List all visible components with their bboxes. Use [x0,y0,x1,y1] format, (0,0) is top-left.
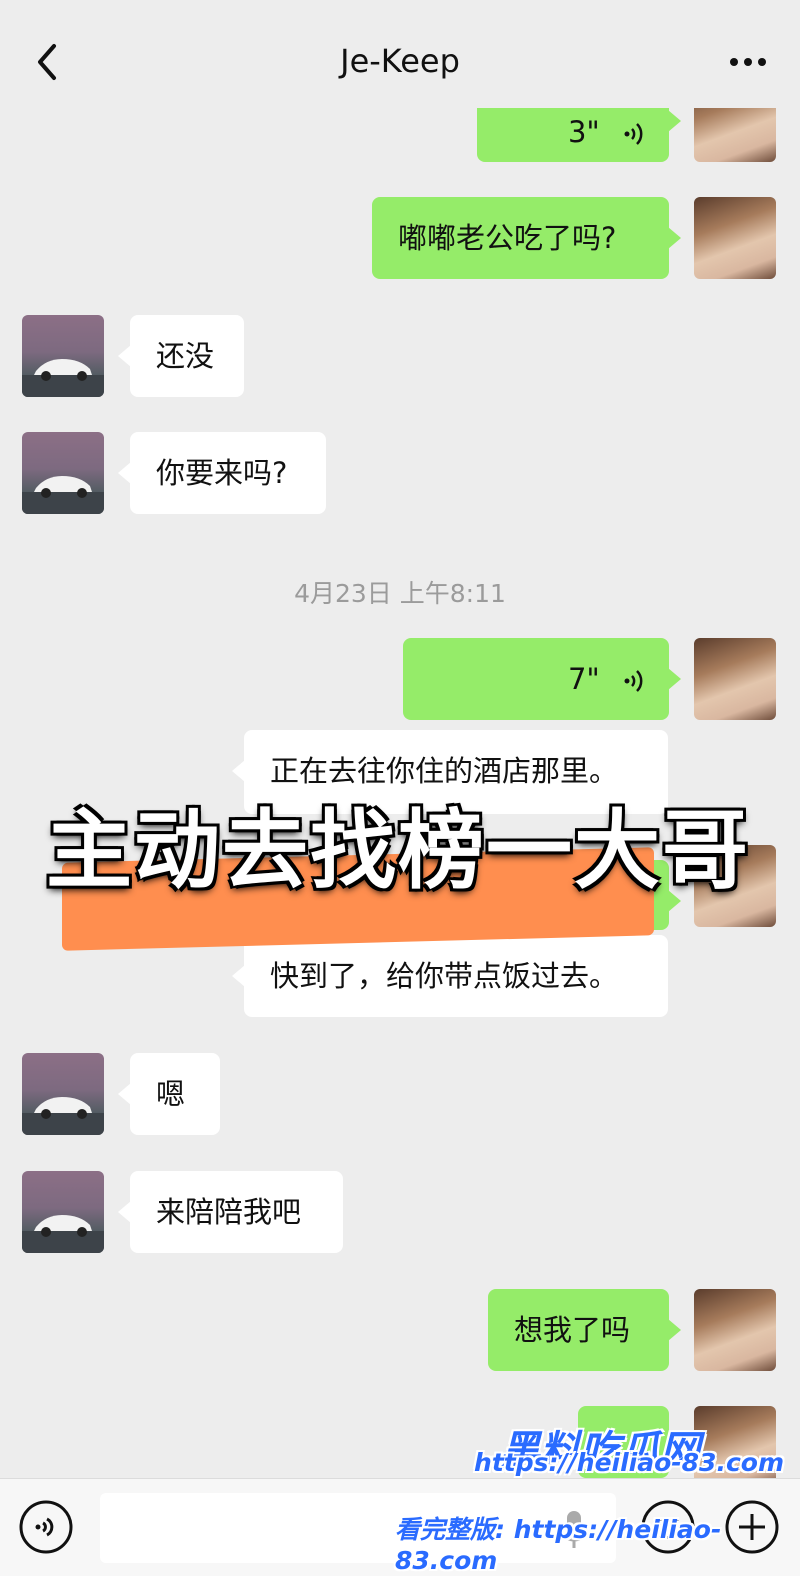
message-text: 你要来吗? [156,456,288,490]
car-icon [22,476,104,514]
message-bubble[interactable]: 还没 [118,315,244,397]
message-bubble[interactable]: 你要来吗? [118,432,326,514]
voice-wave-icon [624,670,643,692]
contact-avatar[interactable] [22,1053,104,1135]
car-icon [22,1215,104,1253]
overlay-caption: 主动去找榜一大哥 [46,801,750,901]
message-text: 嘟嘟老公吃了吗? [398,221,617,255]
message-timestamp: 4月23日 上午8:11 [294,579,506,608]
message-text: 嗯 [156,1077,186,1111]
watermark-url: https://heiliao-83.com [474,1448,784,1477]
message-text: 来陪陪我吧 [156,1195,302,1229]
voice-wave-icon [624,123,643,145]
contact-avatar[interactable] [22,315,104,397]
message-bubble[interactable]: 嘟嘟老公吃了吗? [372,197,681,279]
voice-duration: 3" [567,115,600,149]
voice-message[interactable]: 7" [403,638,681,720]
message-text: 还没 [156,339,215,373]
message-text: 快到了，给你带点饭过去。 [270,959,619,993]
message-bubble[interactable]: 嗯 [118,1053,220,1135]
my-avatar[interactable] [694,197,776,279]
car-icon [22,359,104,397]
watermark-full-link: 看完整版: https://heiliao-83.com [395,1515,722,1575]
my-avatar[interactable] [694,638,776,720]
chat-header: Je-Keep [0,0,800,108]
more-options-icon[interactable] [728,52,768,72]
message-text: 想我了吗 [514,1313,631,1347]
my-avatar[interactable] [694,1289,776,1371]
contact-avatar[interactable] [22,1171,104,1253]
voice-duration: 7" [567,662,600,696]
message-bubble[interactable]: 来陪陪我吧 [118,1171,343,1253]
message-bubble[interactable]: 快到了，给你带点饭过去。 [232,935,668,1017]
contact-avatar[interactable] [22,432,104,514]
message-bubble[interactable]: 想我了吗 [488,1289,681,1371]
voice-input-icon[interactable] [18,1499,74,1555]
car-icon [22,1097,104,1135]
chat-title: Je-Keep [340,42,460,80]
